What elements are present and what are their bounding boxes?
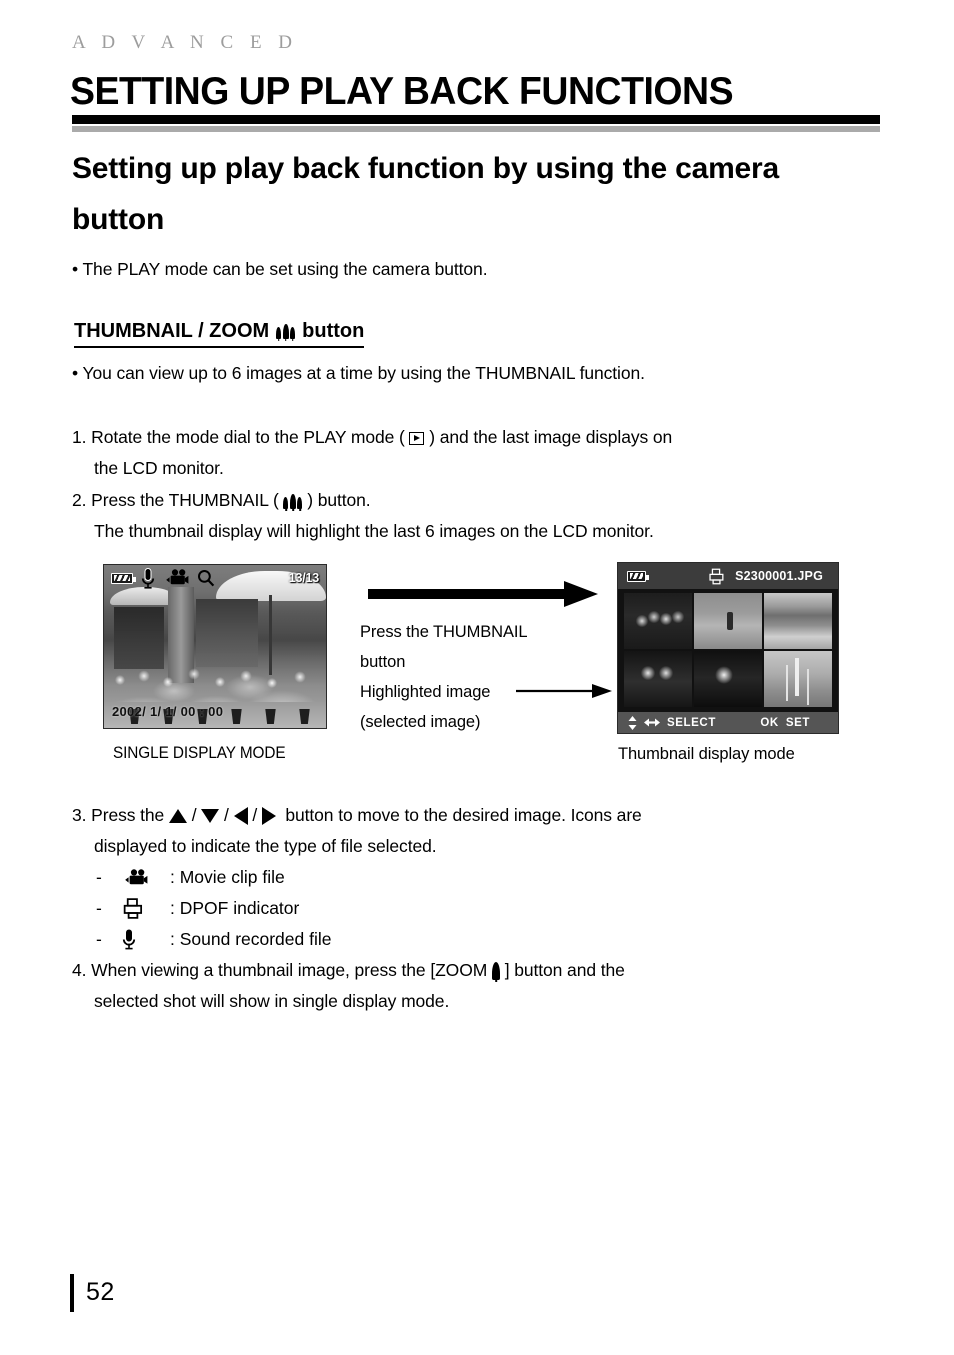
step-2: 2. Press the THUMBNAIL ( ) button. The t… [72,485,902,547]
tele-zoom-icon [491,962,500,981]
thumbnail-cell[interactable] [624,593,692,649]
step-3-separator: / [224,805,229,825]
dpof-icon [709,568,724,584]
microphone-icon [141,567,155,589]
step-3-separator: / [191,805,197,825]
intro-bullet: • The PLAY mode can be set using the cam… [72,259,488,279]
legend-dash: - [96,867,102,887]
sub-heading-thumbnail-zoom: THUMBNAIL / ZOOM button [74,320,365,348]
wide-zoom-icon [276,324,296,339]
battery-icon [111,572,136,584]
magnifier-icon [198,570,215,587]
legend-label: : Movie clip file [170,867,285,887]
legend-row: - : Sound recorded file [96,924,332,955]
step-1-text-c: the LCD monitor. [94,458,224,478]
movie-clip-icon [166,569,189,585]
step-3: 3. Press the / / / button to move to the… [72,800,902,862]
header-rule-gray [72,126,880,132]
legend-label: : DPOF indicator [170,898,300,918]
step-3-separator: / [252,805,258,825]
set-label: SET [785,716,810,729]
footer-rule [70,1274,74,1312]
step-2-text-a: 2. Press the THUMBNAIL ( [72,490,279,510]
legend-row: - : Movie clip file [96,862,332,893]
kicker-advanced: A D V A N C E D [72,32,299,53]
thumbnail-cell[interactable] [764,593,832,649]
play-mode-icon [409,431,425,445]
step-4-text-b: ] button and the [504,960,625,980]
sub-heading-text-post: button [302,320,365,342]
page-number: 52 [86,1278,115,1306]
step-4: 4. When viewing a thumbnail image, press… [72,955,902,1017]
wide-zoom-icon [283,493,303,509]
header-rule-black [72,115,880,124]
thumbnail-cell[interactable] [764,651,832,707]
arrow-left-icon [233,807,248,826]
shop-window [196,599,258,667]
step-3-text-c: displayed to indicate the type of file s… [94,836,437,856]
thumbnail-osd-bottom-bar: SELECT OK SET [618,712,838,733]
step-1-text-a: 1. Rotate the mode dial to the PLAY mode… [72,427,405,447]
thumbnail-display-figure: S2300001.JPG SELECT OK SET [617,562,839,734]
step-1: 1. Rotate the mode dial to the PLAY mode… [72,422,902,484]
dpof-icon [122,898,170,919]
thumbnail-grid [618,589,838,711]
single-display-caption: SINGLE DISPLAY MODE [113,744,286,762]
up-down-arrow-icon [628,715,637,730]
left-right-arrow-icon [644,718,660,727]
legend-row: - : DPOF indicator [96,893,332,924]
legend-dash: - [96,898,102,918]
annotation-line-2: button [360,653,406,671]
step-1-text-b: ) and the last image displays on [429,427,673,447]
legend-label: : Sound recorded file [170,929,332,949]
sub-heading-text-pre: THUMBNAIL / ZOOM [74,320,270,342]
select-label: SELECT [667,716,716,729]
thumbnail-cell-selected[interactable] [624,651,692,707]
thumbnail-osd-top-bar: S2300001.JPG [618,563,838,589]
step-3-text-a: 3. Press the [72,805,165,825]
battery-icon [627,570,649,582]
file-type-icon-legend: - : Movie clip file -: DPOF indicator -… [96,862,332,955]
annotation-text: Press the THUMBNAIL button Highlighted i… [360,617,528,737]
document-page: A D V A N C E D SETTING UP PLAY BACK FUN… [0,0,954,1355]
thumbnail-display-caption: Thumbnail display mode [618,745,795,763]
annotation-line-3: Highlighted image [360,683,491,701]
timestamp: 2002/ 1/ 1/ 00 : 00 [112,704,224,719]
thumbnail-filename: S2300001.JPG [735,569,823,583]
legend-dash: - [96,929,102,949]
annotation-line-1: Press the THUMBNAIL [360,623,528,641]
microphone-icon [122,929,170,950]
section-heading: Setting up play back function by using t… [72,152,779,236]
thumbnail-cell[interactable] [694,651,762,707]
step-3-text-b: button to move to the desired image. Ico… [285,805,642,825]
arrow-up-icon [168,809,187,824]
step-4-text-a: 4. When viewing a thumbnail image, press… [72,960,488,980]
arrow-right-icon [261,807,276,826]
image-counter: 13/13 [288,571,319,585]
thumbnail-bullet: • You can view up to 6 images at a time … [72,363,645,383]
step-2-text-c: The thumbnail display will highlight the… [94,521,654,541]
arrow-down-icon [201,809,220,824]
thin-arrow-icon [516,684,612,698]
step-2-text-b: ) button. [307,490,371,510]
single-display-figure: 13/13 2002/ 1/ 1/ 00 : 00 [103,564,327,729]
thick-arrow-icon [368,581,598,607]
step-4-text-c: selected shot will show in single displa… [94,991,450,1011]
page-title: SETTING UP PLAY BACK FUNCTIONS [70,70,734,113]
single-osd-top-bar: 13/13 [104,565,326,591]
ok-label: OK [760,716,779,729]
annotation-line-4: (selected image) [360,713,481,731]
movie-clip-icon [122,868,170,887]
thumbnail-cell[interactable] [694,593,762,649]
